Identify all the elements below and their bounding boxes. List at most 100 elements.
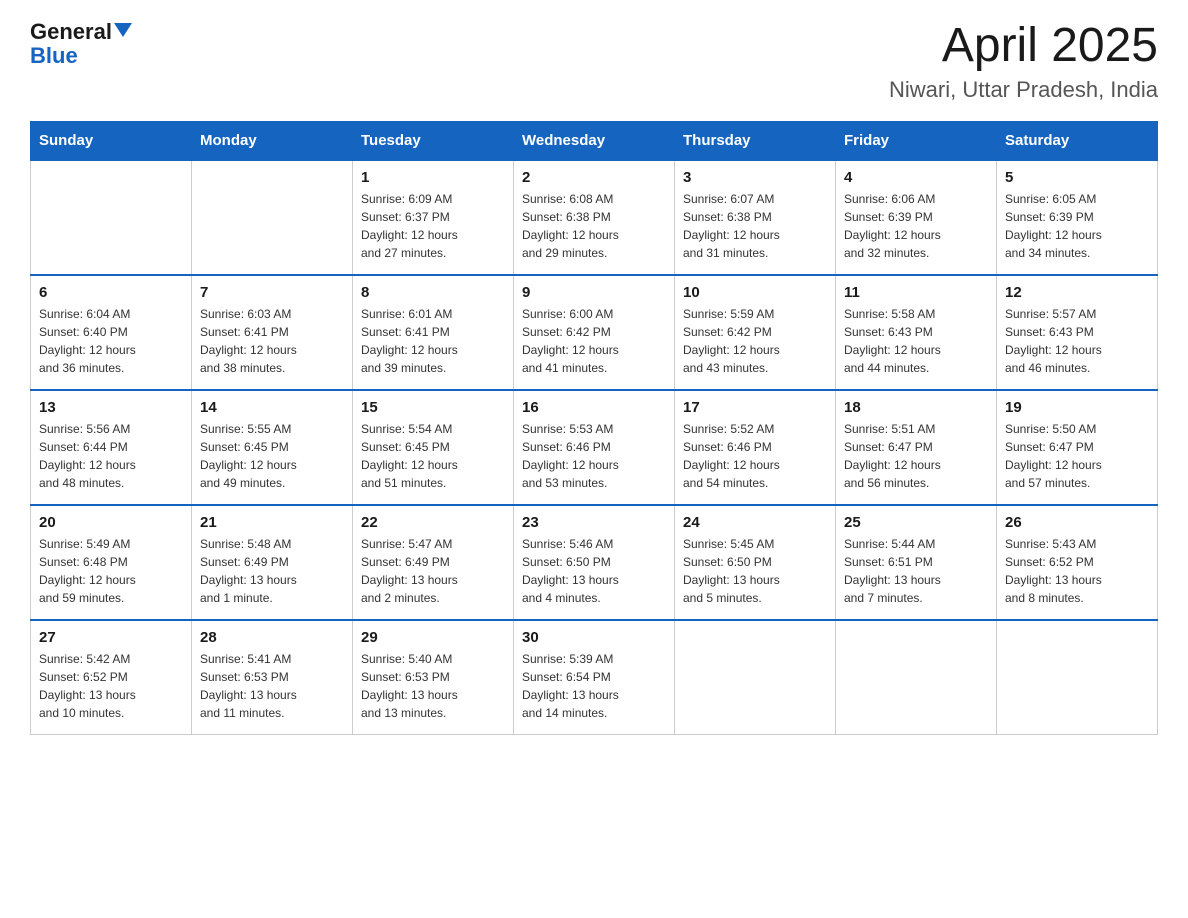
day-number: 15 [361,399,505,416]
header-row: Sunday Monday Tuesday Wednesday Thursday… [31,121,1158,160]
col-sunday: Sunday [31,121,192,160]
week-row-4: 20Sunrise: 5:49 AM Sunset: 6:48 PM Dayli… [31,505,1158,620]
col-saturday: Saturday [997,121,1158,160]
day-number: 2 [522,169,666,186]
day-number: 6 [39,284,183,301]
calendar-cell: 17Sunrise: 5:52 AM Sunset: 6:46 PM Dayli… [675,390,836,505]
calendar-cell: 28 Sunrise: 5:41 AM Sunset: 6:53 PM Dayli… [192,620,353,735]
day-info: Sunrise: 5:40 AM Sunset: 6:53 PM Dayligh… [361,650,505,722]
calendar-header: Sunday Monday Tuesday Wednesday Thursday… [31,121,1158,160]
calendar-cell: 18 Sunrise: 5:51 AM Sunset: 6:47 PM Dayli… [836,390,997,505]
calendar-body: 1 Sunrise: 6:09 AM Sunset: 6:37 PM Daylig… [31,160,1158,735]
col-tuesday: Tuesday [353,121,514,160]
calendar-cell: 21 Sunrise: 5:48 AM Sunset: 6:49 PM Dayli… [192,505,353,620]
day-info: Sunrise: 5:56 AM Sunset: 6:44 PM Dayligh… [39,420,183,492]
day-info: Sunrise: 5:53 AM Sunset: 6:46 PM Dayligh… [522,420,666,492]
calendar-cell [192,160,353,275]
calendar-cell: 22Sunrise: 5:47 AM Sunset: 6:49 PM Dayli… [353,505,514,620]
day-number: 7 [200,284,344,301]
day-info: Sunrise: 6:05 AM Sunset: 6:39 PM Dayligh… [1005,190,1149,262]
col-friday: Friday [836,121,997,160]
title-section: April 2025 Niwari, Uttar Pradesh, India [889,20,1158,103]
day-info: Sunrise: 5:57 AM Sunset: 6:43 PM Dayligh… [1005,305,1149,377]
calendar-title: April 2025 [889,20,1158,73]
calendar-cell: 20Sunrise: 5:49 AM Sunset: 6:48 PM Dayli… [31,505,192,620]
calendar-cell: 30Sunrise: 5:39 AM Sunset: 6:54 PM Dayli… [514,620,675,735]
day-info: Sunrise: 5:41 AM Sunset: 6:53 PM Dayligh… [200,650,344,722]
calendar-cell: 25 Sunrise: 5:44 AM Sunset: 6:51 PM Dayli… [836,505,997,620]
day-number: 5 [1005,169,1149,186]
day-info: Sunrise: 5:43 AM Sunset: 6:52 PM Dayligh… [1005,535,1149,607]
day-info: Sunrise: 6:00 AM Sunset: 6:42 PM Dayligh… [522,305,666,377]
day-number: 28 [200,629,344,646]
calendar-cell: 29Sunrise: 5:40 AM Sunset: 6:53 PM Dayli… [353,620,514,735]
calendar-cell: 2 Sunrise: 6:08 AM Sunset: 6:38 PM Daylig… [514,160,675,275]
day-number: 21 [200,514,344,531]
day-number: 14 [200,399,344,416]
day-info: Sunrise: 5:46 AM Sunset: 6:50 PM Dayligh… [522,535,666,607]
calendar-cell: 7 Sunrise: 6:03 AM Sunset: 6:41 PM Daylig… [192,275,353,390]
calendar-cell [675,620,836,735]
day-info: Sunrise: 5:47 AM Sunset: 6:49 PM Dayligh… [361,535,505,607]
week-row-1: 1 Sunrise: 6:09 AM Sunset: 6:37 PM Daylig… [31,160,1158,275]
calendar-cell [31,160,192,275]
calendar-cell: 11 Sunrise: 5:58 AM Sunset: 6:43 PM Dayli… [836,275,997,390]
day-number: 27 [39,629,183,646]
day-info: Sunrise: 5:48 AM Sunset: 6:49 PM Dayligh… [200,535,344,607]
day-info: Sunrise: 5:44 AM Sunset: 6:51 PM Dayligh… [844,535,988,607]
day-number: 3 [683,169,827,186]
calendar-cell: 9 Sunrise: 6:00 AM Sunset: 6:42 PM Daylig… [514,275,675,390]
day-number: 10 [683,284,827,301]
day-number: 8 [361,284,505,301]
day-info: Sunrise: 6:06 AM Sunset: 6:39 PM Dayligh… [844,190,988,262]
day-info: Sunrise: 6:09 AM Sunset: 6:37 PM Dayligh… [361,190,505,262]
day-info: Sunrise: 5:58 AM Sunset: 6:43 PM Dayligh… [844,305,988,377]
day-number: 19 [1005,399,1149,416]
day-info: Sunrise: 5:55 AM Sunset: 6:45 PM Dayligh… [200,420,344,492]
day-info: Sunrise: 5:39 AM Sunset: 6:54 PM Dayligh… [522,650,666,722]
day-number: 4 [844,169,988,186]
day-info: Sunrise: 6:03 AM Sunset: 6:41 PM Dayligh… [200,305,344,377]
day-info: Sunrise: 5:59 AM Sunset: 6:42 PM Dayligh… [683,305,827,377]
day-number: 18 [844,399,988,416]
day-number: 25 [844,514,988,531]
week-row-3: 13 Sunrise: 5:56 AM Sunset: 6:44 PM Dayli… [31,390,1158,505]
logo-triangle-icon [114,23,132,37]
day-info: Sunrise: 6:08 AM Sunset: 6:38 PM Dayligh… [522,190,666,262]
calendar-cell: 24Sunrise: 5:45 AM Sunset: 6:50 PM Dayli… [675,505,836,620]
day-number: 12 [1005,284,1149,301]
logo-blue-text: Blue [30,44,78,68]
week-row-2: 6 Sunrise: 6:04 AM Sunset: 6:40 PM Daylig… [31,275,1158,390]
calendar-cell: 10 Sunrise: 5:59 AM Sunset: 6:42 PM Dayli… [675,275,836,390]
calendar-cell: 5 Sunrise: 6:05 AM Sunset: 6:39 PM Daylig… [997,160,1158,275]
page-header: General Blue April 2025 Niwari, Uttar Pr… [30,20,1158,103]
calendar-cell: 27 Sunrise: 5:42 AM Sunset: 6:52 PM Dayli… [31,620,192,735]
calendar-cell: 1 Sunrise: 6:09 AM Sunset: 6:37 PM Daylig… [353,160,514,275]
calendar-cell: 14 Sunrise: 5:55 AM Sunset: 6:45 PM Dayli… [192,390,353,505]
col-thursday: Thursday [675,121,836,160]
calendar-cell: 26 Sunrise: 5:43 AM Sunset: 6:52 PM Dayli… [997,505,1158,620]
day-info: Sunrise: 5:45 AM Sunset: 6:50 PM Dayligh… [683,535,827,607]
calendar-cell: 8Sunrise: 6:01 AM Sunset: 6:41 PM Daylig… [353,275,514,390]
day-number: 9 [522,284,666,301]
calendar-cell: 12 Sunrise: 5:57 AM Sunset: 6:43 PM Dayli… [997,275,1158,390]
calendar-cell: 6 Sunrise: 6:04 AM Sunset: 6:40 PM Daylig… [31,275,192,390]
calendar-table: Sunday Monday Tuesday Wednesday Thursday… [30,121,1158,735]
day-info: Sunrise: 6:04 AM Sunset: 6:40 PM Dayligh… [39,305,183,377]
calendar-cell: 13 Sunrise: 5:56 AM Sunset: 6:44 PM Dayli… [31,390,192,505]
day-number: 16 [522,399,666,416]
calendar-cell: 15Sunrise: 5:54 AM Sunset: 6:45 PM Dayli… [353,390,514,505]
logo-general-text: General [30,20,112,44]
day-number: 1 [361,169,505,186]
day-number: 11 [844,284,988,301]
day-number: 26 [1005,514,1149,531]
day-info: Sunrise: 5:52 AM Sunset: 6:46 PM Dayligh… [683,420,827,492]
day-number: 13 [39,399,183,416]
col-wednesday: Wednesday [514,121,675,160]
week-row-5: 27 Sunrise: 5:42 AM Sunset: 6:52 PM Dayli… [31,620,1158,735]
day-info: Sunrise: 5:49 AM Sunset: 6:48 PM Dayligh… [39,535,183,607]
calendar-cell: 16 Sunrise: 5:53 AM Sunset: 6:46 PM Dayli… [514,390,675,505]
day-info: Sunrise: 5:42 AM Sunset: 6:52 PM Dayligh… [39,650,183,722]
calendar-cell [997,620,1158,735]
day-info: Sunrise: 5:51 AM Sunset: 6:47 PM Dayligh… [844,420,988,492]
